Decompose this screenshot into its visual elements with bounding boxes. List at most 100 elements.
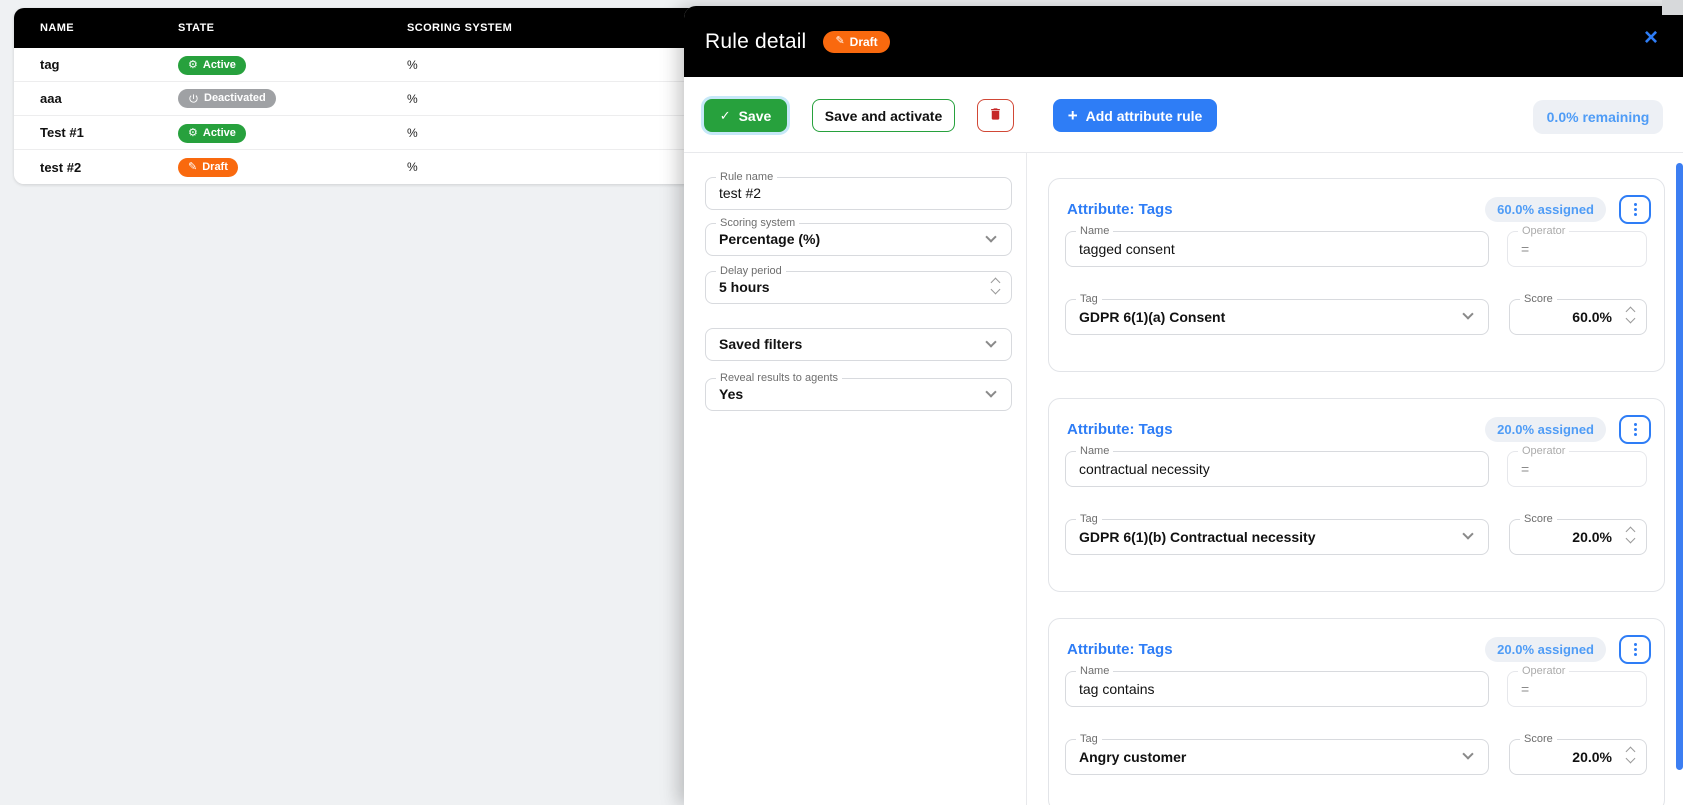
attribute-rule-card: Attribute: Tags 60.0% assigned Name tagg…	[1048, 178, 1665, 372]
state-badge: Deactivated	[178, 88, 276, 108]
check-icon: ✓	[719, 107, 731, 123]
attribute-name-value: contractual necessity	[1079, 461, 1210, 477]
stepper-arrows[interactable]	[1625, 746, 1636, 764]
delay-period-stepper[interactable]: Delay period 5 hours	[705, 265, 1012, 304]
attribute-rule-card: Attribute: Tags 20.0% assigned Name tag …	[1048, 618, 1665, 805]
attribute-name-field[interactable]: Name tag contains	[1065, 665, 1489, 707]
state-badge: ⚙ Active	[178, 55, 246, 75]
rule-name-cell: test #2	[40, 159, 82, 175]
operator-field: Operator =	[1507, 665, 1647, 707]
plus-icon: +	[1067, 106, 1078, 125]
gear-icon: ⚙	[188, 126, 198, 139]
rule-name-cell: Test #1	[40, 125, 84, 140]
attribute-title: Attribute: Tags	[1067, 201, 1173, 218]
score-stepper[interactable]: Score 20.0%	[1509, 733, 1647, 775]
operator-value: =	[1521, 461, 1530, 477]
tag-label: Tag	[1076, 293, 1102, 305]
add-attribute-rule-button[interactable]: + Add attribute rule	[1053, 99, 1217, 132]
scoring-system-label: Scoring system	[716, 217, 800, 229]
delay-period-label: Delay period	[716, 265, 786, 277]
app-root: NAME STATE SCORING SYSTEM tag ⚙ Active %	[0, 0, 1683, 805]
state-badge: ✎ Draft	[178, 158, 238, 177]
rule-name-cell: aaa	[40, 91, 62, 106]
tag-label: Tag	[1076, 733, 1102, 745]
pencil-icon: ✎	[188, 161, 198, 173]
tag-select[interactable]: Tag GDPR 6(1)(a) Consent	[1065, 293, 1489, 335]
rule-detail-panel: Rule detail ✎ Draft × ✓ Save Save and ac…	[684, 6, 1683, 805]
draft-status-badge: ✎ Draft	[823, 30, 890, 53]
score-stepper[interactable]: Score 60.0%	[1509, 293, 1647, 335]
column-header-name: NAME	[40, 22, 74, 34]
assigned-badge: 20.0% assigned	[1485, 417, 1606, 442]
operator-label: Operator	[1518, 445, 1570, 457]
reveal-results-label: Reveal results to agents	[716, 372, 843, 384]
vertical-divider	[1026, 152, 1027, 805]
save-button[interactable]: ✓ Save	[704, 99, 787, 132]
reveal-results-select[interactable]: Reveal results to agents Yes	[705, 372, 1012, 411]
tag-value: GDPR 6(1)(a) Consent	[1079, 309, 1226, 325]
vertical-scrollbar[interactable]	[1676, 163, 1683, 770]
horizontal-divider	[684, 152, 1683, 153]
saved-filters-value: Saved filters	[719, 336, 803, 352]
stepper-arrows[interactable]	[1625, 526, 1636, 544]
add-attribute-rule-label: Add attribute rule	[1085, 107, 1203, 124]
attribute-name-label: Name	[1076, 665, 1114, 677]
column-header-state: STATE	[178, 22, 215, 34]
gear-icon: ⚙	[188, 58, 198, 71]
delete-button[interactable]	[977, 99, 1014, 132]
state-label: Draft	[202, 161, 228, 173]
assigned-badge: 20.0% assigned	[1485, 637, 1606, 662]
draft-status-label: Draft	[849, 34, 878, 49]
attribute-title: Attribute: Tags	[1067, 421, 1173, 438]
rule-name-field[interactable]: Rule name test #2	[705, 171, 1012, 210]
kebab-menu-button[interactable]	[1619, 195, 1651, 224]
panel-title: Rule detail	[705, 29, 807, 53]
attribute-name-label: Name	[1076, 225, 1114, 237]
state-badge: ⚙ Active	[178, 123, 246, 143]
operator-value: =	[1521, 241, 1530, 257]
save-and-activate-button[interactable]: Save and activate	[812, 99, 955, 132]
stepper-arrows[interactable]	[990, 277, 1001, 294]
attribute-name-value: tag contains	[1079, 681, 1155, 697]
operator-field: Operator =	[1507, 225, 1647, 267]
tag-value: GDPR 6(1)(b) Contractual necessity	[1079, 529, 1316, 545]
remaining-badge: 0.0% remaining	[1533, 100, 1663, 134]
pencil-icon: ✎	[835, 35, 845, 47]
state-label: Deactivated	[204, 91, 266, 104]
tag-select[interactable]: Tag Angry customer	[1065, 733, 1489, 775]
scoring-system-select[interactable]: Scoring system Percentage (%)	[705, 217, 1012, 256]
tag-value: Angry customer	[1079, 749, 1187, 765]
kebab-menu-button[interactable]	[1619, 415, 1651, 444]
rule-name-cell: tag	[40, 57, 60, 72]
scrollbar-corner	[1662, 0, 1683, 15]
score-label: Score	[1520, 733, 1557, 745]
score-stepper[interactable]: Score 20.0%	[1509, 513, 1647, 555]
attribute-rules-list: Attribute: Tags 60.0% assigned Name tagg…	[1048, 178, 1665, 805]
power-icon	[188, 93, 199, 104]
operator-value: =	[1521, 681, 1530, 697]
rule-name-label: Rule name	[716, 171, 778, 183]
assigned-badge: 60.0% assigned	[1485, 197, 1606, 222]
attribute-name-field[interactable]: Name contractual necessity	[1065, 445, 1489, 487]
tag-select[interactable]: Tag GDPR 6(1)(b) Contractual necessity	[1065, 513, 1489, 555]
state-label: Active	[202, 126, 236, 139]
tag-label: Tag	[1076, 513, 1102, 525]
close-icon[interactable]: ×	[1644, 26, 1658, 50]
attribute-rule-card: Attribute: Tags 20.0% assigned Name cont…	[1048, 398, 1665, 592]
trash-icon	[988, 106, 1003, 125]
attribute-title: Attribute: Tags	[1067, 641, 1173, 658]
state-label: Active	[202, 58, 236, 71]
stepper-arrows[interactable]	[1625, 306, 1636, 324]
attribute-name-field[interactable]: Name tagged consent	[1065, 225, 1489, 267]
save-label: Save	[738, 107, 772, 124]
score-label: Score	[1520, 513, 1557, 525]
operator-field: Operator =	[1507, 445, 1647, 487]
score-label: Score	[1520, 293, 1557, 305]
panel-header: Rule detail ✎ Draft ×	[684, 6, 1683, 77]
attribute-name-label: Name	[1076, 445, 1114, 457]
operator-label: Operator	[1518, 225, 1570, 237]
saved-filters-select[interactable]: Saved filters	[705, 328, 1012, 361]
attribute-name-value: tagged consent	[1079, 241, 1175, 257]
kebab-menu-button[interactable]	[1619, 635, 1651, 664]
operator-label: Operator	[1518, 665, 1570, 677]
